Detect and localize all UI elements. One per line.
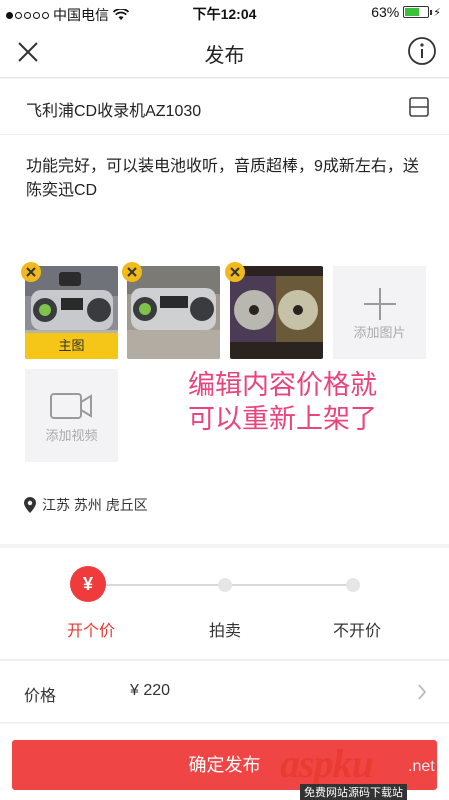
annotation-line-1: 编辑内容价格就 (188, 370, 377, 400)
nav-bar: 发布 (0, 26, 449, 78)
delete-photo-2-button[interactable] (122, 262, 142, 282)
location-text: 江苏 苏州 虎丘区 (42, 497, 148, 513)
chevron-right-icon (418, 684, 427, 700)
video-camera-icon (50, 393, 92, 419)
close-icon (230, 267, 240, 277)
annotation-text: 编辑内容价格就 可以重新上架了 (188, 368, 377, 436)
watermark-tagline: 免费网站源码下载站 (300, 784, 407, 800)
price-row[interactable]: 价格 ¥ 220 (0, 661, 449, 723)
price-label: 价格 (24, 688, 57, 705)
delete-photo-1-button[interactable] (21, 262, 41, 282)
close-icon (127, 267, 137, 277)
no-price-node[interactable] (346, 578, 360, 592)
title-row[interactable]: 飞利浦CD收录机AZ1030 (0, 79, 449, 135)
option-auction[interactable]: 拍卖 (209, 617, 241, 641)
close-icon (26, 267, 36, 277)
add-photo-button[interactable]: 添加图片 (333, 266, 426, 359)
scan-icon[interactable] (407, 95, 431, 119)
price-value: ¥ 220 (130, 682, 171, 699)
listing-description[interactable]: 功能完好，可以装电池收听，音质超棒，9成新左右，送陈奕迅CD (26, 155, 426, 203)
listing-card: 飞利浦CD收录机AZ1030 功能完好，可以装电池收听，音质超棒，9成新左右，送… (0, 79, 449, 544)
cd-player-photo (127, 266, 220, 359)
delete-photo-3-button[interactable] (225, 262, 245, 282)
watermark-domain: .net (408, 758, 435, 775)
plus-icon (364, 288, 396, 320)
option-make-offer[interactable]: 开个价 (67, 617, 115, 641)
watermark-brand: aspku (280, 741, 374, 786)
battery-percent: 63% (371, 4, 400, 20)
photo-2[interactable] (127, 266, 220, 359)
page-title: 发布 (204, 45, 245, 67)
location[interactable]: 江苏 苏州 虎丘区 (24, 495, 148, 515)
make-offer-node[interactable]: ¥ (70, 566, 106, 602)
battery-icon (403, 6, 433, 18)
annotation-line-2: 可以重新上架了 (188, 404, 377, 434)
auction-node[interactable] (218, 578, 232, 592)
charging-icon: ⚡ (433, 6, 441, 19)
cover-label: 主图 (25, 333, 118, 359)
listing-title[interactable]: 飞利浦CD收录机AZ1030 (26, 97, 201, 121)
location-pin-icon (24, 497, 36, 513)
add-photo-label: 添加图片 (353, 325, 406, 340)
option-no-price[interactable]: 不开价 (333, 617, 381, 641)
photo-cover[interactable]: 主图 (25, 266, 118, 359)
price-type-selector: ¥ 开个价 拍卖 不开价 (0, 548, 449, 660)
photo-3[interactable] (230, 266, 323, 359)
cd-discs-photo (230, 266, 323, 359)
watermark: aspku .net 免费网站源码下载站 (276, 740, 449, 800)
add-video-label: 添加视频 (45, 428, 98, 443)
add-video-button[interactable]: 添加视频 (25, 369, 118, 462)
status-bar: 中国电信 下午12:04 63% ⚡ (0, 0, 449, 26)
info-icon[interactable] (407, 36, 437, 66)
